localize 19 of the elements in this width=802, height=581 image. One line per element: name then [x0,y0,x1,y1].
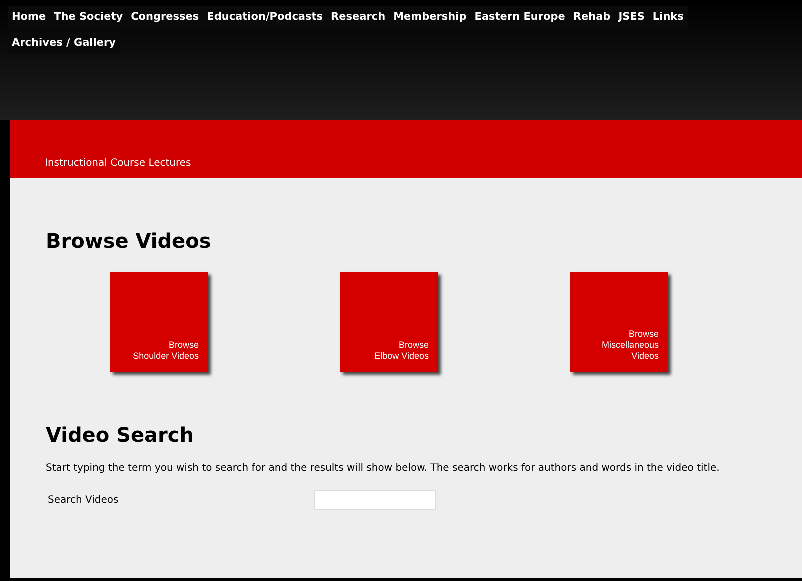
nav-link[interactable]: Congresses [127,6,204,28]
nav-link[interactable]: Rehab [569,6,615,28]
field-label: Search Videos [48,494,120,506]
browse-tile[interactable]: Browse Shoulder Videos [110,272,208,372]
nav-link[interactable]: Eastern Europe [470,6,570,28]
nav-link[interactable]: Research [327,6,390,28]
browse-tile[interactable]: Browse Elbow Videos [340,272,438,372]
description-text: Start typing the term you wish to search for and the results will show below. The search works for authors and words in the video title. [46,462,721,476]
nav-link[interactable]: Links [648,6,688,28]
nav-link[interactable]: The Society [50,6,128,28]
nav-link[interactable]: JSES [614,6,649,28]
nav-link[interactable]: Membership [390,6,471,28]
section-heading: Browse Videos [46,228,212,254]
search-field[interactable] [314,490,436,510]
browse-tile[interactable]: Browse Miscellaneous Videos [570,272,668,372]
breadcrumb-link[interactable]: Instructional Course Lectures [45,158,192,169]
section-heading: Video Search [46,422,195,448]
nav-link[interactable]: Home [8,6,50,28]
nav-link[interactable]: Education/Podcasts [203,6,328,28]
